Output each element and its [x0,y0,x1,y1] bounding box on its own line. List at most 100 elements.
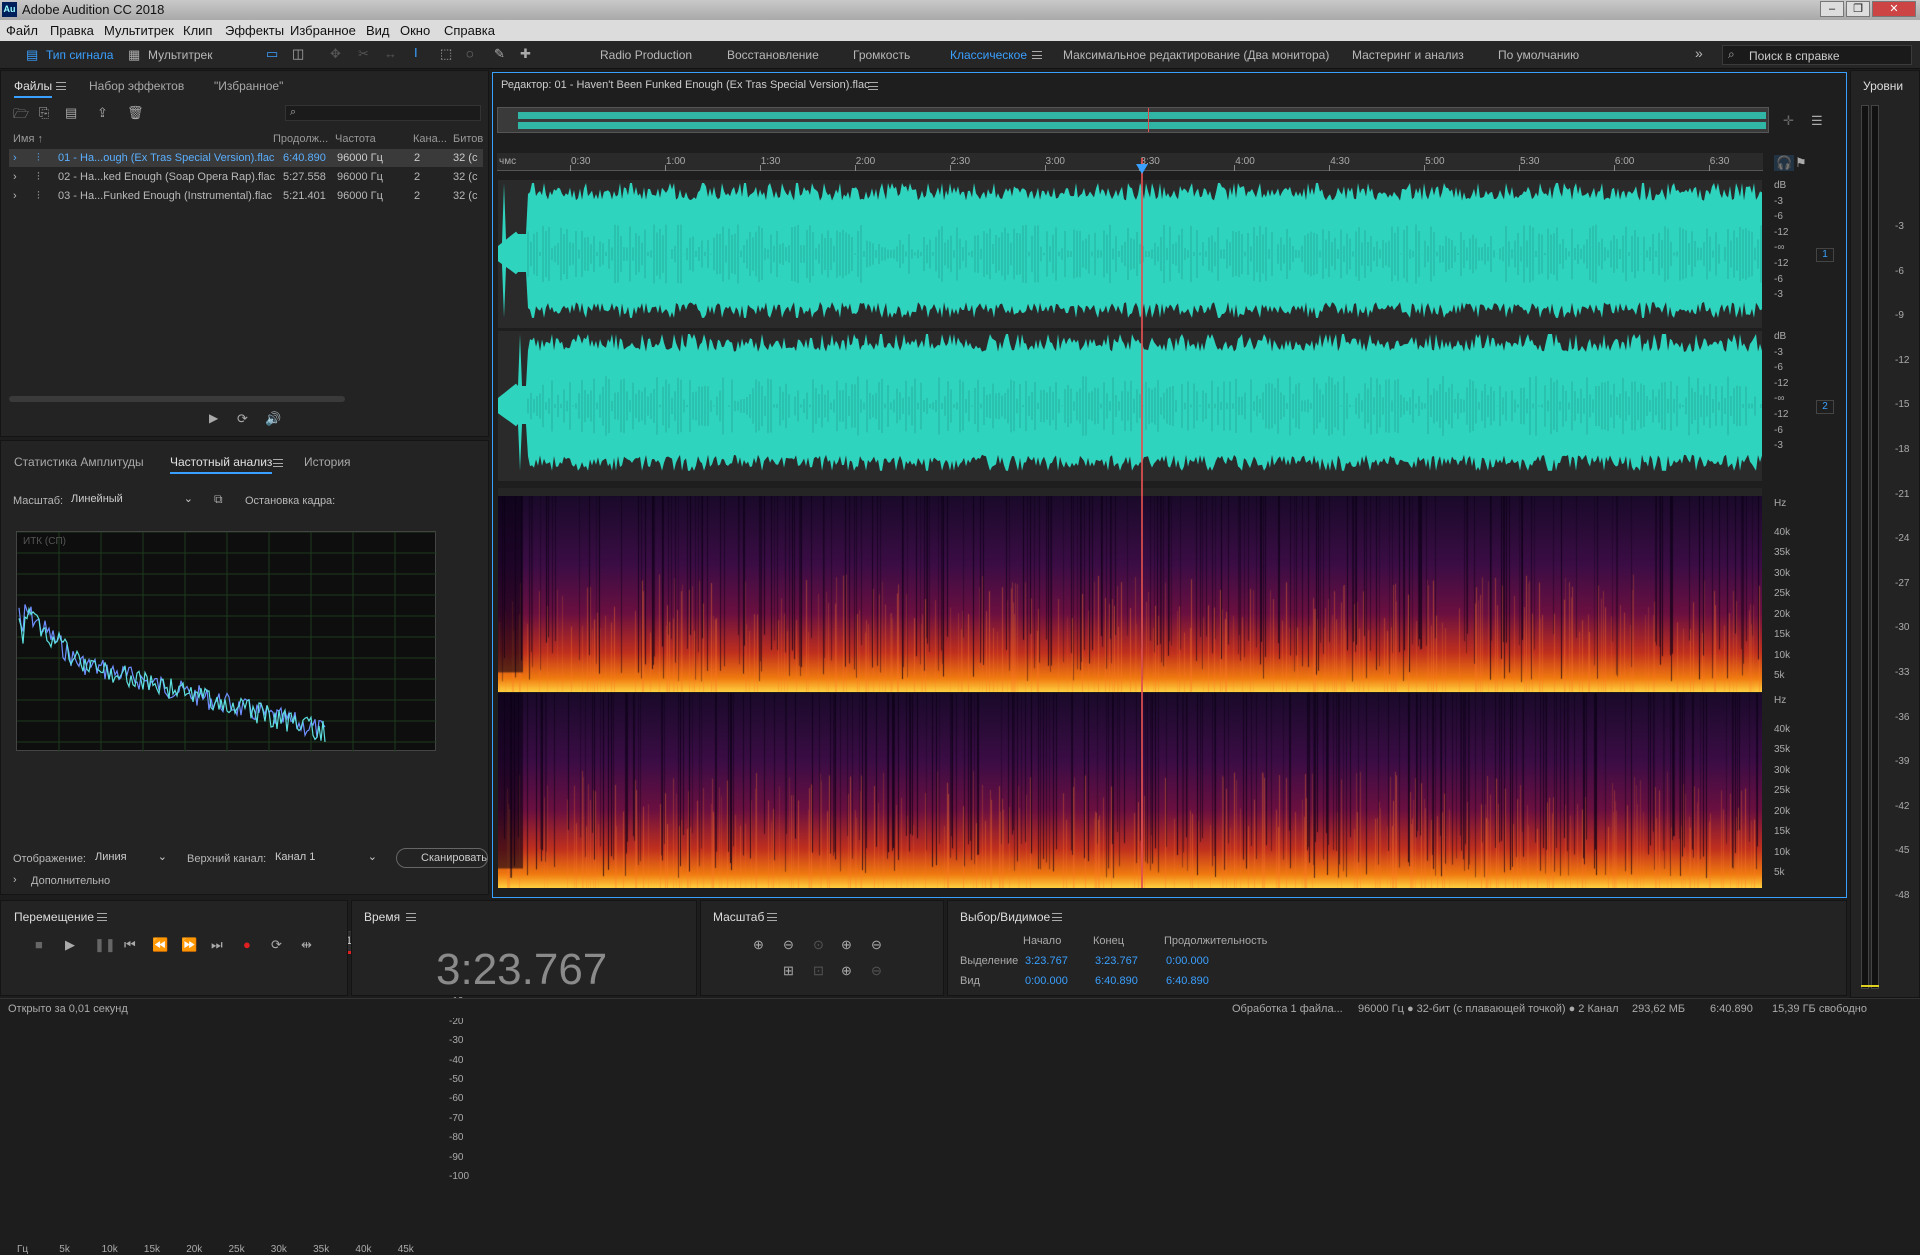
zoom-in-time-icon[interactable]: ⊕ [841,937,852,953]
fast-forward-icon[interactable]: ⏩ [181,937,197,953]
loop-preview-icon[interactable]: ⟳ [237,411,248,427]
help-search[interactable]: ⌕ Поиск в справке [1722,45,1912,65]
overview-bar[interactable] [497,107,1769,133]
rewind-icon[interactable]: ⏪ [152,937,168,953]
expand-advanced-icon[interactable]: › [13,874,17,886]
workspace-restoration[interactable]: Восстановление [727,48,819,62]
time-ruler[interactable]: чмс 0:30 1:00 1:30 2:00 2:30 3:00 3:30 4:00 4:30… [497,153,1763,171]
zoom-full-icon[interactable]: ⊞ [783,963,794,979]
file-row[interactable]: › ⫶ 03 - Ha...Funked Enough (Instrumenta… [9,187,483,205]
workspace-mastering[interactable]: Мастеринг и анализ [1352,48,1464,62]
menu-multitrack[interactable]: Мультитрек [104,23,174,38]
view-end[interactable]: 6:40.890 [1095,975,1138,987]
help-search-input[interactable]: Поиск в справке [1749,49,1840,63]
time-menu-icon[interactable] [406,913,416,921]
menu-help[interactable]: Справка [444,23,495,38]
zoom-out-amplitude-icon[interactable]: ⊖ [783,937,794,953]
view-divider[interactable] [498,488,1762,496]
marker-icon[interactable]: ⚑ [1795,155,1807,171]
spectrogram-channel-2[interactable] [498,693,1762,888]
slip-tool-icon[interactable]: ↔ [384,46,397,61]
view-start[interactable]: 0:00.000 [1025,975,1068,987]
time-selection-tool-icon[interactable]: I [414,45,418,60]
waveform-display-icon[interactable]: ▭ [266,46,278,62]
freeze-icon[interactable]: ⧉ [214,492,223,507]
stop-icon[interactable]: ■ [35,937,43,952]
workspace-default[interactable]: По умолчанию [1498,48,1579,62]
loop-icon[interactable]: ⟳ [271,937,282,953]
lasso-tool-icon[interactable]: ◌ [466,46,474,61]
expand-icon[interactable]: › [13,152,17,164]
workspace-classic[interactable]: Классическое [950,48,1027,62]
files-scrollbar[interactable] [9,396,345,402]
files-panel-menu-icon[interactable] [56,82,66,90]
waveform-channel-2[interactable] [498,331,1762,481]
play-preview-icon[interactable]: ▶ [209,411,218,425]
spectral-display-icon[interactable]: ◫ [292,46,304,62]
record-icon[interactable]: ● [243,937,251,952]
scale-select[interactable]: Линейный ⌄ [67,491,197,509]
menu-file[interactable]: Файл [6,23,38,38]
advanced-label[interactable]: Дополнительно [31,875,110,887]
zoom-in-point-icon[interactable]: ⊕ [841,963,852,979]
menu-edit[interactable]: Правка [50,23,94,38]
zoom-reset-icon[interactable]: ⊙ [813,937,824,953]
analysis-menu-icon[interactable] [273,459,283,467]
workspace-max-edit[interactable]: Максимальное редактирование (Два монитор… [1063,48,1329,62]
overview-options-icon[interactable]: ☰ [1811,113,1823,129]
delete-icon[interactable]: 🗑 [127,105,144,121]
autoplay-icon[interactable]: 🔊 [265,411,281,427]
transport-menu-icon[interactable] [97,913,107,921]
col-duration[interactable]: Продолж... [273,133,328,145]
zoom-out-point-icon[interactable]: ⊖ [871,963,882,979]
selection-end[interactable]: 3:23.767 [1095,955,1138,967]
play-icon[interactable]: ▶ [65,937,75,953]
pause-icon[interactable]: ❚❚ [94,937,116,953]
tab-history[interactable]: История [304,455,351,469]
zoom-menu-icon[interactable] [767,913,777,921]
brush-tool-icon[interactable]: ✎ [494,46,505,62]
skip-start-icon[interactable]: ⏮ [124,937,136,953]
menu-view[interactable]: Вид [366,23,390,38]
zoom-out-time-icon[interactable]: ⊖ [871,937,882,953]
editor-menu-icon[interactable] [868,82,878,90]
marquee-tool-icon[interactable]: ⬚ [440,46,452,62]
channel-2-badge[interactable]: 2 [1816,400,1834,414]
skip-end-icon[interactable]: ⏭ [211,937,223,953]
multitrack-view-button[interactable]: Мультитрек [148,48,212,62]
col-channels[interactable]: Кана... [413,133,447,145]
menu-effects[interactable]: Эффекты [225,23,284,38]
headphones-icon[interactable]: 🎧 [1774,155,1795,171]
menu-favorites[interactable]: Избранное [290,23,356,38]
view-duration[interactable]: 6:40.890 [1166,975,1209,987]
workspace-menu-icon[interactable] [1032,51,1042,59]
expand-icon[interactable]: › [13,171,17,183]
skip-selection-icon[interactable]: ⇹ [301,937,312,953]
col-bits[interactable]: Битов [453,133,483,145]
selection-menu-icon[interactable] [1052,913,1062,921]
tab-effects-rack[interactable]: Набор эффектов [89,79,184,93]
tab-files[interactable]: Файлы [14,79,53,98]
col-rate[interactable]: Частота [335,133,376,145]
insert-icon[interactable]: ⇪ [97,105,108,121]
zoom-in-amplitude-icon[interactable]: ⊕ [753,937,764,953]
workspace-loudness[interactable]: Громкость [853,48,910,62]
workspace-radio-production[interactable]: Radio Production [600,48,692,62]
col-name[interactable]: Имя ↑ [13,133,43,145]
import-file-icon[interactable]: ⎘ [39,105,49,121]
new-file-icon[interactable]: ▤ [65,105,77,121]
menu-window[interactable]: Окно [400,23,430,38]
move-tool-icon[interactable]: ✥ [330,46,341,62]
spectrogram-channel-1[interactable] [498,496,1762,692]
open-file-icon[interactable]: 🗁 [13,105,29,127]
file-row[interactable]: › ⫶ 01 - Ha...ough (Ex Tras Special Vers… [9,149,483,167]
zoom-selection-icon[interactable]: ⊡ [813,963,824,979]
tab-amplitude-stats[interactable]: Статистика Амплитуды [14,455,144,469]
selection-duration[interactable]: 0:00.000 [1166,955,1209,967]
menu-clip[interactable]: Клип [183,23,212,38]
scan-button[interactable]: Сканировать [396,848,488,868]
razor-tool-icon[interactable]: ✂ [358,46,369,62]
waveform-view-button[interactable]: Тип сигнала [46,48,113,62]
playhead[interactable] [1141,158,1143,888]
files-search-input[interactable]: ⌕ [285,105,481,121]
